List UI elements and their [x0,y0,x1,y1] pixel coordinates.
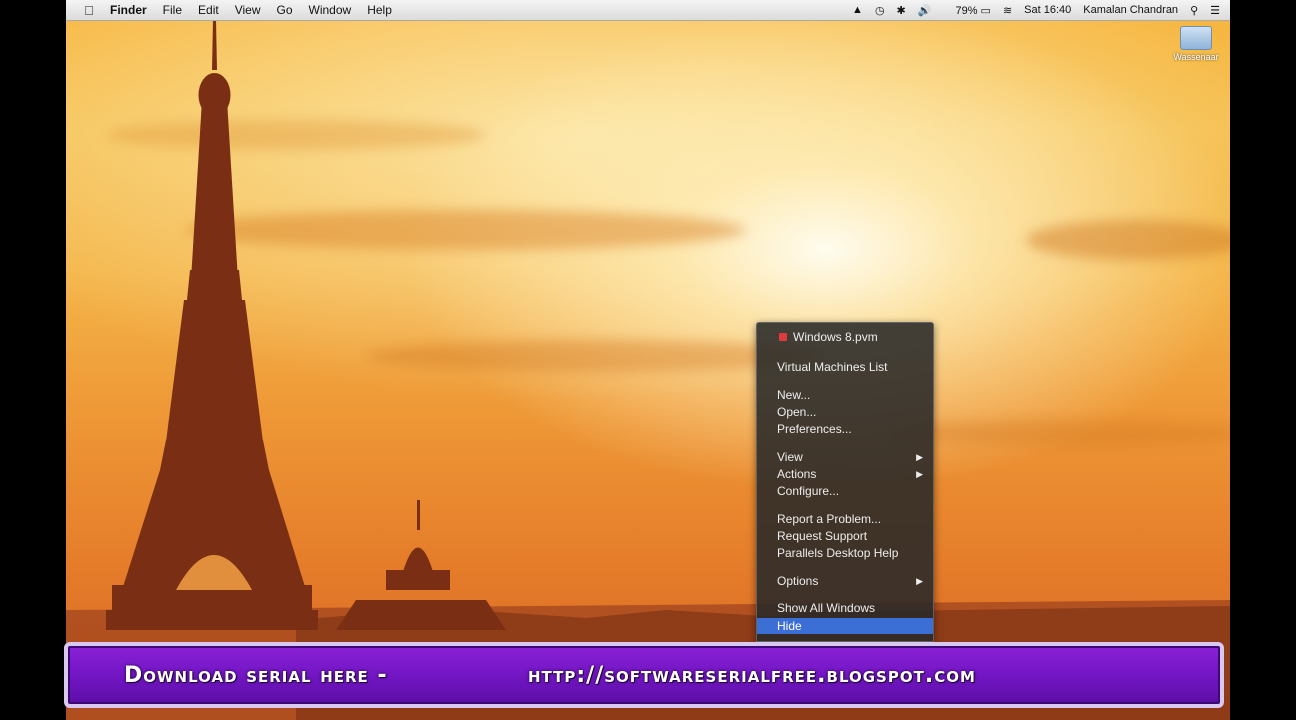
battery-text: 79% [955,5,977,17]
dock-context-menu: Windows 8.pvm Virtual Machines List New.… [756,322,934,642]
wifi-icon[interactable]: ≋ [1003,4,1012,17]
submenu-arrow-icon: ▶ [916,466,923,482]
menu-item-configure[interactable]: Configure... [757,483,933,499]
menu-item-label: View [777,450,803,464]
status-area: ▲ ◷ ✱ 🔊 79% ▭ ≋ Sat 16:40 Kamalan Chandr… [840,0,1220,20]
eiffel-tower-silhouette [106,20,318,630]
menu-item-request-support[interactable]: Request Support [757,528,933,544]
menu-item-label: Options [777,574,818,588]
notification-center-icon[interactable]: ☰ [1210,4,1220,17]
menu-item-open[interactable]: Open... [757,404,933,420]
menu-item-label: Windows 8.pvm [793,330,878,344]
desktop-screen:  Finder File Edit View Go Window Help ▲… [66,0,1230,720]
banner-left-text: Download serial here - [124,663,388,688]
banner-url-link[interactable]: http://softwareserialfree.blogspot.com [528,663,976,688]
apple-logo-icon[interactable]:  [82,3,96,17]
menu-item-new[interactable]: New... [757,387,933,403]
menu-bar:  Finder File Edit View Go Window Help ▲… [66,0,1230,21]
submenu-arrow-icon: ▶ [916,449,923,465]
menu-item-windows-vm[interactable]: Windows 8.pvm [757,329,933,345]
menu-item-report-problem[interactable]: Report a Problem... [757,511,933,527]
menu-item-preferences[interactable]: Preferences... [757,421,933,437]
menu-item-view[interactable]: View ▶ [757,449,933,465]
menu-item-actions[interactable]: Actions ▶ [757,466,933,482]
menu-view[interactable]: View [235,3,261,17]
menu-window[interactable]: Window [309,3,352,17]
spotlight-search-icon[interactable]: ⚲ [1190,4,1198,17]
menu-item-options[interactable]: Options ▶ [757,573,933,589]
menu-finder[interactable]: Finder [110,3,147,17]
menu-item-show-all-windows[interactable]: Show All Windows [757,600,933,616]
menu-file[interactable]: File [163,3,182,17]
volume-label[interactable]: Wassenaar [1166,52,1226,62]
menu-item-label: Actions [777,467,816,481]
menu-item-help[interactable]: Parallels Desktop Help [757,545,933,561]
menu-help[interactable]: Help [367,3,392,17]
menu-item-virtual-machines-list[interactable]: Virtual Machines List [757,359,933,375]
time-machine-icon[interactable]: ◷ [875,4,885,17]
parallels-vm-icon [779,333,787,341]
download-serial-banner[interactable]: Download serial here - http://softwarese… [64,642,1224,708]
battery-status[interactable]: 79% ▭ [943,4,990,17]
volume-icon[interactable]: 🔊 [918,4,932,17]
submenu-arrow-icon: ▶ [916,573,923,589]
menu-go[interactable]: Go [277,3,293,17]
hard-drive-icon[interactable] [1180,26,1212,50]
menu-edit[interactable]: Edit [198,3,219,17]
user-name[interactable]: Kamalan Chandran [1083,4,1178,16]
bluetooth-icon[interactable]: ✱ [897,4,906,17]
dome-building-silhouette [336,500,506,630]
menu-item-hide[interactable]: Hide [757,618,933,634]
paris-skyline-wallpaper [66,0,1230,720]
clock[interactable]: Sat 16:40 [1024,4,1071,16]
cloud-upload-icon[interactable]: ▲ [852,4,863,16]
